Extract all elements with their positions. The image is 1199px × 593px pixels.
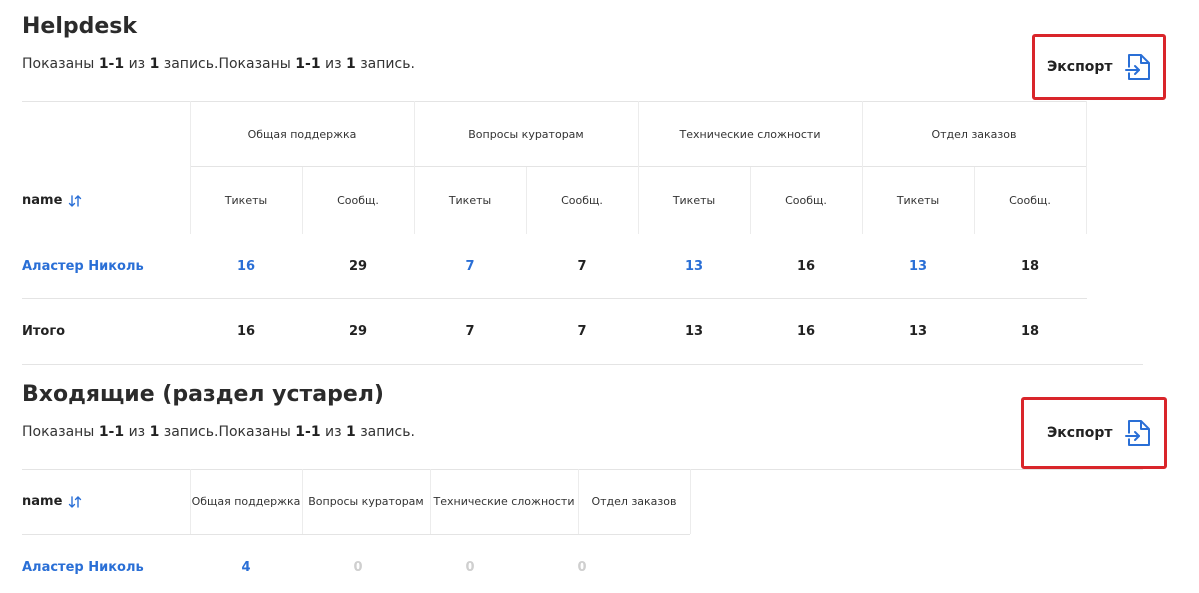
user-link[interactable]: Аластер Николь (22, 234, 190, 298)
messages-value: 18 (1020, 258, 1040, 274)
name-column-header[interactable]: name (22, 469, 190, 534)
messages-value: 29 (348, 258, 368, 274)
name-column-header[interactable]: name (22, 167, 190, 234)
helpdesk-title: Helpdesk (22, 14, 138, 39)
export-label: Экспорт (1047, 425, 1113, 441)
column-header-orders-department: Отдел заказов (591, 495, 677, 508)
messages-value: 16 (796, 258, 816, 274)
incoming-count-link[interactable]: 4 (190, 535, 302, 593)
file-export-icon (1124, 54, 1150, 80)
column-header-curator-questions: Вопросы кураторам (308, 495, 424, 508)
total-value: 29 (348, 324, 368, 339)
total-value: 13 (684, 324, 704, 339)
total-value: 16 (236, 324, 256, 339)
incoming-record-summary: Показаны 1-1 из 1 запись.Показаны 1-1 из… (22, 424, 415, 440)
total-value: 18 (1020, 324, 1040, 339)
sub-header-messages: Сообщ. (1009, 194, 1051, 207)
sort-arrows-icon[interactable] (68, 495, 82, 509)
column-header-general-support: Общая поддержка (191, 495, 301, 508)
group-header-orders-department: Отдел заказов (931, 127, 1017, 141)
helpdesk-record-summary: Показаны 1-1 из 1 запись.Показаны 1-1 из… (22, 56, 415, 72)
column-divider (690, 469, 691, 534)
total-value: 7 (465, 324, 475, 339)
sort-arrows-icon[interactable] (68, 194, 82, 208)
section-divider (22, 364, 1143, 365)
tickets-link[interactable]: 7 (414, 234, 526, 298)
sub-header-messages: Сообщ. (337, 194, 379, 207)
group-header-general-support: Общая поддержка (247, 127, 357, 141)
sub-header-tickets: Тикеты (672, 194, 716, 207)
tickets-link[interactable]: 13 (638, 234, 750, 298)
file-export-icon (1124, 420, 1150, 446)
total-value: 13 (908, 324, 928, 339)
group-header-curator-questions: Вопросы кураторам (468, 127, 584, 141)
total-label: Итого (22, 324, 66, 339)
sub-header-messages: Сообщ. (561, 194, 603, 207)
incoming-title: Входящие (раздел устарел) (22, 382, 384, 407)
messages-value: 7 (577, 258, 587, 274)
tickets-link[interactable]: 16 (190, 234, 302, 298)
sub-header-tickets: Тикеты (224, 194, 268, 207)
group-header-technical-issues: Технические сложности (679, 127, 821, 141)
incoming-count-value: 0 (577, 560, 587, 575)
sub-header-tickets: Тикеты (896, 194, 940, 207)
sub-header-messages: Сообщ. (785, 194, 827, 207)
column-header-technical-issues: Технические сложности (433, 495, 575, 508)
tickets-link[interactable]: 13 (862, 234, 974, 298)
total-value: 16 (796, 324, 816, 339)
incoming-export-button[interactable]: Экспорт (1021, 397, 1167, 469)
user-link[interactable]: Аластер Николь (22, 535, 190, 593)
incoming-count-value: 0 (465, 560, 475, 575)
helpdesk-export-button[interactable]: Экспорт (1032, 34, 1166, 100)
incoming-count-value: 0 (353, 560, 363, 575)
export-label: Экспорт (1047, 59, 1113, 75)
column-divider (1086, 101, 1087, 234)
total-value: 7 (577, 324, 587, 339)
sub-header-tickets: Тикеты (448, 194, 492, 207)
